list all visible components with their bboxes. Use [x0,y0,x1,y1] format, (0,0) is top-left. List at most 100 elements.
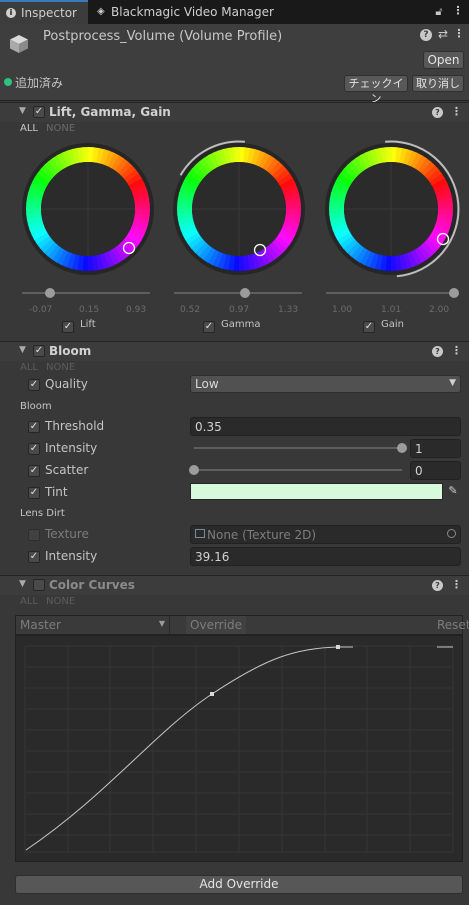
bloom-help-icon[interactable]: ? [432,346,443,357]
gamma-override-checkbox[interactable]: ✓ [203,321,215,333]
gain-slider-knob[interactable] [449,288,459,298]
scatter-field[interactable]: 0 [410,461,461,480]
lift-slider[interactable] [22,287,150,299]
curves-help-icon[interactable]: ? [432,580,443,591]
bloom-section-header[interactable]: ▼ ✓ Bloom ? ⋮ [0,341,469,361]
lift-min: -0.07 [29,305,53,315]
lgg-more-icon[interactable]: ⋮ [451,105,462,118]
bloom-enabled-checkbox[interactable]: ✓ [33,345,45,357]
curve-editor[interactable] [15,635,463,862]
lgg-enabled-checkbox[interactable]: ✓ [33,106,45,118]
lgg-none-button[interactable]: NONE [46,123,75,134]
intensity-override-checkbox[interactable]: ✓ [28,443,40,455]
revert-button[interactable]: 取り消し [412,75,464,92]
intensity-slider[interactable] [190,442,407,454]
gamma-max: 1.33 [278,305,299,315]
curves-more-icon[interactable]: ⋮ [451,578,462,591]
scatter-slider[interactable] [189,464,407,476]
tint-color-field[interactable] [190,483,443,500]
curve-override-toggle[interactable]: Override [186,616,246,634]
texture-override-checkbox[interactable]: ✓ [28,529,40,541]
quality-dropdown[interactable]: Low ▼ [190,375,461,393]
added-status-icon [4,78,12,86]
bloom-all-button[interactable]: ALL [20,362,38,373]
unity-logo-icon: ◈ [97,6,105,17]
color-wheel-lift[interactable] [14,134,162,284]
gain-slider[interactable] [326,287,459,299]
gain-label: Gain [381,319,404,330]
curve-channel-dropdown[interactable]: Master ▼ [16,616,170,634]
lift-slider-knob[interactable] [45,288,56,298]
curves-none-button[interactable]: NONE [46,596,75,607]
help-icon[interactable]: ? [420,29,432,41]
add-override-button[interactable]: Add Override [15,875,463,894]
curves-section-header[interactable]: ▼ ✓ Color Curves ? ⋮ [0,575,469,595]
chevron-down-icon: ▼ [449,378,456,388]
more-icon[interactable]: ⋮ [452,4,464,17]
open-button[interactable]: Open [423,51,464,69]
dirt-intensity-label: Intensity [45,549,98,563]
bloom-none-button[interactable]: NONE [46,362,75,373]
gain-override-checkbox[interactable]: ✓ [363,321,375,333]
dirt-intensity-field[interactable]: 39.16 [190,547,461,566]
eyedropper-icon[interactable]: ✎ [446,484,460,497]
intensity-slider-knob[interactable] [397,443,407,453]
curves-title: Color Curves [49,578,135,592]
lgg-section-header[interactable]: ▼ ✓ Lift, Gamma, Gain ? ⋮ [0,102,469,122]
color-wheel-gain[interactable] [317,134,465,284]
gamma-slider-knob[interactable] [240,288,251,298]
bloom-more-icon[interactable]: ⋮ [451,344,462,357]
gain-max: 2.00 [429,305,450,315]
curve-reset-button[interactable]: Reset [437,616,469,634]
threshold-override-checkbox[interactable]: ✓ [28,421,40,433]
quality-override-checkbox[interactable]: ✓ [28,379,40,391]
inspector-header: Postprocess_Volume (Volume Profile) ? ⇄ … [0,24,469,105]
context-menu-icon[interactable]: ⋮ [453,27,465,40]
tint-override-checkbox[interactable]: ✓ [28,487,40,499]
texture-object-field[interactable]: None (Texture 2D) [190,525,461,544]
texture-2d-icon [195,529,205,538]
texture-value: None (Texture 2D) [207,528,317,542]
quality-label: Quality [45,377,88,391]
gamma-min: 0.52 [180,305,201,315]
scatter-override-checkbox[interactable]: ✓ [28,465,40,477]
chevron-down-icon: ▼ [158,619,165,628]
gamma-slider[interactable] [174,287,302,299]
scatter-slider-knob[interactable] [189,465,199,475]
scatter-label: Scatter [45,463,89,477]
lgg-help-icon[interactable]: ? [432,107,443,118]
lock-icon[interactable]: 🔓︎ [432,5,446,19]
tab-bar: i Inspector ◈ Blackmagic Video Manager 🔓… [0,0,469,24]
gamma-label: Gamma [221,319,261,330]
info-icon: i [6,8,16,18]
lens-dirt-group-label: Lens Dirt [20,508,65,519]
lift-override-checkbox[interactable]: ✓ [62,321,74,333]
checkin-button[interactable]: チェックイン [344,75,408,105]
object-picker-icon[interactable] [447,529,456,538]
master-curve [25,646,339,851]
tab-blackmagic-video-manager[interactable]: ◈ Blackmagic Video Manager [96,0,276,24]
curve-keyframe [210,692,214,696]
intensity-label: Intensity [45,441,98,455]
curves-all-button[interactable]: ALL [20,596,38,607]
curves-enabled-checkbox[interactable]: ✓ [33,579,45,591]
bloom-group-label: Bloom [20,401,52,412]
intensity-field[interactable]: 1 [410,439,461,458]
foldout-arrow-icon[interactable]: ▼ [19,106,26,116]
vcs-status-label: 追加済み [15,76,64,90]
preset-icon[interactable]: ⇄ [436,27,450,41]
tab-inspector[interactable]: i Inspector [0,0,88,24]
threshold-field[interactable]: 0.35 [190,417,461,436]
foldout-arrow-icon[interactable]: ▼ [19,345,26,355]
lift-max: 0.93 [126,305,147,315]
tab-inspector-label: Inspector [21,6,77,20]
lgg-all-button[interactable]: ALL [20,123,38,134]
color-wheel-gamma[interactable] [165,134,313,284]
curve-keyframe [336,645,340,649]
dirt-intensity-override-checkbox[interactable]: ✓ [28,551,40,563]
gamma-mid: 0.97 [229,305,250,315]
quality-value: Low [195,377,219,391]
bloom-title: Bloom [49,344,92,358]
asset-title: Postprocess_Volume (Volume Profile) [43,29,283,44]
foldout-arrow-icon[interactable]: ▼ [19,579,26,589]
